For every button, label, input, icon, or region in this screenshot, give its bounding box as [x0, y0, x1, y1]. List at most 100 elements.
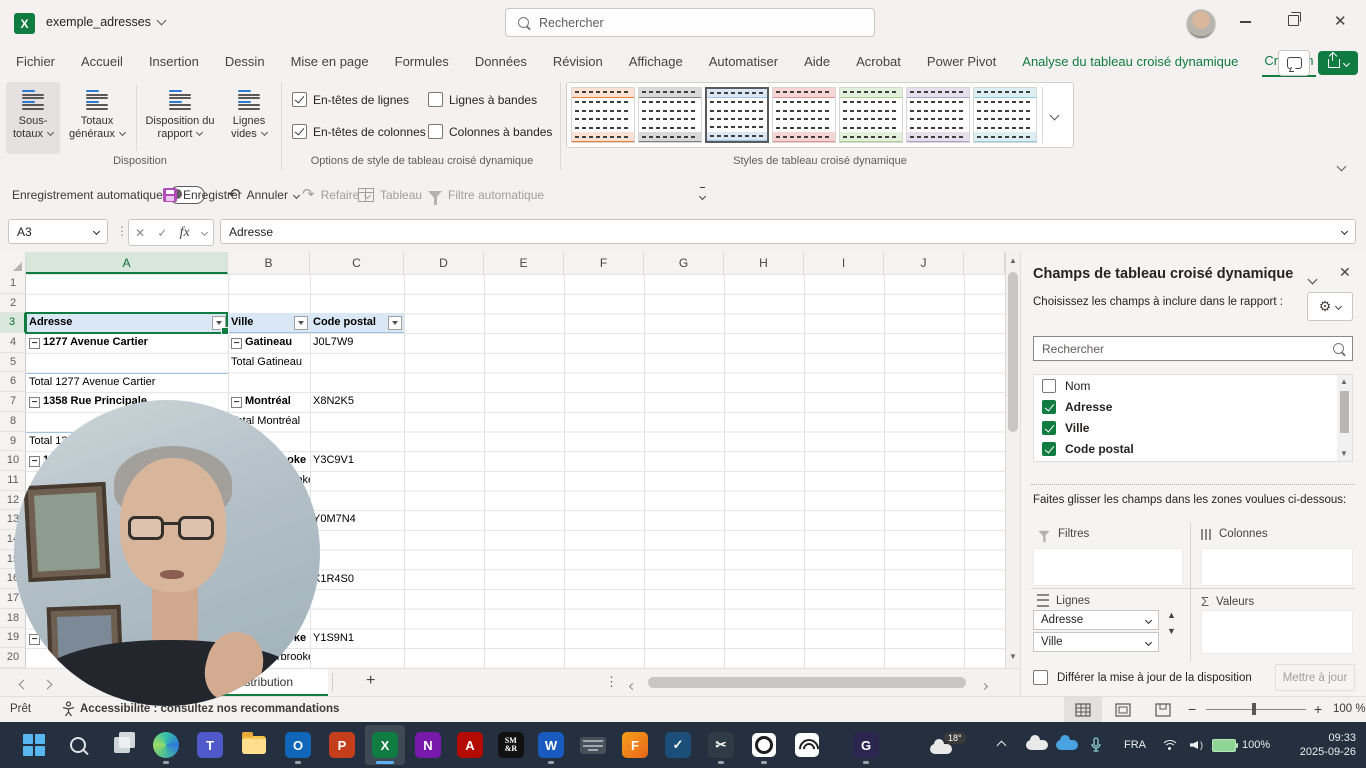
- customize-qat-button[interactable]: [700, 178, 705, 212]
- avatar[interactable]: [1186, 9, 1216, 39]
- clock[interactable]: 09:332025-09-26: [1284, 722, 1356, 768]
- cell-A6[interactable]: Total 1277 Avenue Cartier: [26, 373, 228, 393]
- update-button[interactable]: Mettre à jour: [1275, 664, 1355, 691]
- row-header-6[interactable]: 6: [0, 372, 26, 392]
- column-header-g[interactable]: G: [644, 252, 724, 274]
- row-header-5[interactable]: 5: [0, 353, 26, 373]
- field-item-code-postal[interactable]: Code postal: [1034, 438, 1352, 459]
- field-checkbox-icon[interactable]: [1042, 400, 1056, 414]
- field-item-province[interactable]: Province: [1034, 459, 1352, 462]
- ribbon-button-disposition-du-rapport[interactable]: Disposition du rapport: [142, 82, 218, 154]
- fields-scroll-thumb[interactable]: [1340, 391, 1349, 433]
- column-header-c[interactable]: C: [310, 252, 404, 274]
- row-header-2[interactable]: 2: [0, 294, 26, 314]
- taskbar-app-g-icon[interactable]: G: [846, 725, 886, 765]
- taskbar-app-ring-icon[interactable]: [744, 725, 784, 765]
- row-header-7[interactable]: 7: [0, 392, 26, 412]
- hidden-icons-button[interactable]: [998, 722, 1005, 768]
- checkbox-en-tetes-de-colonnes[interactable]: En-têtes de colonnes: [292, 124, 426, 139]
- column-header-partial[interactable]: [964, 252, 1005, 274]
- vertical-scroll-thumb[interactable]: [1008, 272, 1018, 432]
- onedrive-icon[interactable]: [1026, 722, 1048, 768]
- taskbar-acrobat-icon[interactable]: A: [450, 725, 490, 765]
- taskbar-app-arc-icon[interactable]: [787, 725, 827, 765]
- tab-mise-en-page[interactable]: Mise en page: [289, 47, 371, 76]
- checkbox-colonnes-a-bandes[interactable]: Colonnes à bandes: [428, 124, 552, 139]
- field-item-nom[interactable]: Nom: [1034, 375, 1352, 396]
- cell-B7[interactable]: −Montréal: [228, 392, 310, 412]
- fields-scrollbar[interactable]: ▲ ▼: [1337, 375, 1352, 461]
- pivot-style-blue[interactable]: [705, 87, 769, 143]
- column-header-f[interactable]: F: [564, 252, 644, 274]
- rows-field-ville[interactable]: Ville: [1033, 632, 1159, 652]
- zone-rows-droparea[interactable]: AdresseVille: [1033, 610, 1163, 654]
- filter-dropdown-icon[interactable]: [388, 316, 402, 330]
- cancel-icon[interactable]: ✕: [135, 226, 145, 240]
- tab-affichage[interactable]: Affichage: [627, 47, 685, 76]
- collapse-button[interactable]: −: [29, 456, 40, 467]
- zone-values-droparea[interactable]: [1201, 610, 1353, 654]
- scroll-down-icon[interactable]: ▼: [1006, 652, 1020, 661]
- wifi-icon[interactable]: [1162, 722, 1178, 768]
- pivot-style-green[interactable]: [839, 87, 903, 143]
- hscroll-right-icon[interactable]: [982, 678, 987, 696]
- row-header-1[interactable]: 1: [0, 274, 26, 294]
- taskbar-onenote-icon[interactable]: N: [408, 725, 448, 765]
- collapse-button[interactable]: −: [29, 397, 40, 408]
- cell-C10[interactable]: Y3C9V1: [310, 451, 404, 471]
- cell-C3[interactable]: Code postal: [310, 313, 404, 333]
- column-header-j[interactable]: J: [884, 252, 964, 274]
- enter-icon[interactable]: ✓: [157, 226, 167, 240]
- add-sheet-button[interactable]: +: [366, 672, 375, 690]
- cell-B3[interactable]: Ville: [228, 313, 310, 333]
- row-header-20[interactable]: 20: [0, 648, 26, 668]
- comments-button[interactable]: [1278, 50, 1310, 76]
- row-header-11[interactable]: 11: [0, 471, 26, 491]
- share-button[interactable]: [1318, 51, 1358, 75]
- taskbar-teams-icon[interactable]: T: [190, 725, 230, 765]
- ribbon-button-lignes-vides[interactable]: Lignes vides: [222, 82, 276, 154]
- restore-button[interactable]: [1288, 15, 1299, 26]
- zoom-in-button[interactable]: +: [1314, 701, 1322, 717]
- field-checkbox-icon[interactable]: [1042, 442, 1056, 456]
- tab-accueil[interactable]: Accueil: [79, 47, 125, 76]
- field-item-ville[interactable]: Ville: [1034, 417, 1352, 438]
- pivot-style-purple[interactable]: [906, 87, 970, 143]
- pivot-style-red[interactable]: [772, 87, 836, 143]
- column-header-h[interactable]: H: [724, 252, 804, 274]
- sheet-options-icon[interactable]: ⋮: [605, 674, 618, 690]
- taskbar-snipping-tool-icon[interactable]: ✂: [701, 725, 741, 765]
- row-header-18[interactable]: 18: [0, 609, 26, 629]
- taskbar-powerpoint-icon[interactable]: P: [322, 725, 362, 765]
- battery-icon[interactable]: [1212, 722, 1236, 768]
- column-header-b[interactable]: B: [228, 252, 310, 274]
- undo-button[interactable]: ↶ Annuler: [228, 178, 299, 212]
- scroll-up-icon[interactable]: ▲: [1006, 256, 1020, 265]
- weather-widget[interactable]: 18°: [930, 722, 970, 768]
- tab-revision[interactable]: Révision: [551, 47, 605, 76]
- tab-analyse-du-tableau-croise-dynamique[interactable]: Analyse du tableau croisé dynamique: [1020, 47, 1240, 76]
- row-header-3[interactable]: 3: [0, 313, 26, 333]
- cell-A4[interactable]: −1277 Avenue Cartier: [26, 333, 228, 353]
- row-header-4[interactable]: 4: [0, 333, 26, 353]
- tab-insertion[interactable]: Insertion: [147, 47, 201, 76]
- field-checkbox-icon[interactable]: [1042, 379, 1056, 393]
- row-header-19[interactable]: 19: [0, 628, 26, 648]
- taskbar-fusion-360-icon[interactable]: F: [615, 725, 655, 765]
- row-header-8[interactable]: 8: [0, 412, 26, 432]
- taskbar-task-view-icon[interactable]: [102, 725, 142, 765]
- cell-C13[interactable]: Y0M7N4: [310, 510, 404, 530]
- taskbar-edge-icon[interactable]: [146, 725, 186, 765]
- tab-acrobat[interactable]: Acrobat: [854, 47, 903, 76]
- expand-formula-bar-icon[interactable]: [1341, 228, 1348, 235]
- tab-formules[interactable]: Formules: [393, 47, 451, 76]
- field-item-adresse[interactable]: Adresse: [1034, 396, 1352, 417]
- scroll-up-icon[interactable]: ▲: [1337, 377, 1351, 386]
- rows-zone-scroll[interactable]: ▲▼: [1167, 610, 1176, 636]
- pivot-style-orange[interactable]: [571, 87, 635, 143]
- close-button[interactable]: ✕: [1334, 12, 1347, 30]
- fields-search-input[interactable]: Rechercher: [1033, 336, 1353, 361]
- taskbar-app-smr-icon[interactable]: SM&R: [491, 725, 531, 765]
- taskbar-app-check-icon[interactable]: ✓: [658, 725, 698, 765]
- volume-icon[interactable]: ): [1190, 722, 1203, 768]
